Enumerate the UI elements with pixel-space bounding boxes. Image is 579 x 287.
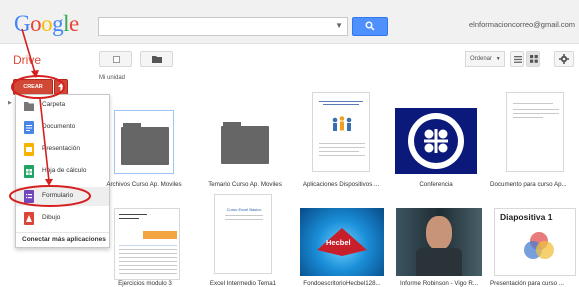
list-view-icon: [514, 56, 522, 63]
file-name: Conferencia: [419, 181, 453, 188]
file-name: FondoescritorioHecbel128...: [303, 280, 381, 287]
document-thumbnail: [312, 92, 370, 172]
spreadsheet-icon: [24, 165, 34, 178]
file-name: Ejercicios modulo 3: [118, 280, 172, 287]
checkbox-icon: [113, 56, 120, 63]
create-button[interactable]: CREAR: [13, 79, 53, 95]
grid-view-icon: [530, 55, 538, 63]
menu-item-presentation[interactable]: Presentación: [16, 140, 109, 159]
search-options-icon[interactable]: ▼: [335, 21, 343, 30]
presentation-icon: [24, 143, 34, 156]
search-icon: [365, 21, 375, 31]
file-tile[interactable]: Curso Excel Básico Excel Intermedio Tema…: [202, 194, 284, 287]
file-name: Excel Intermedio Tema1: [209, 280, 277, 287]
drawing-icon: [24, 212, 34, 225]
grid-view-button[interactable]: [526, 51, 540, 67]
file-name: Archivos Curso Ap. Moviles: [106, 181, 182, 188]
people-illustration-icon: [332, 116, 352, 131]
user-email[interactable]: elnformacioncorreo@gmail.com: [469, 20, 575, 29]
spreadsheet-thumbnail: [114, 208, 180, 280]
upload-button[interactable]: [54, 79, 68, 95]
video-thumbnail: [396, 208, 482, 276]
folder-icon: [24, 102, 34, 111]
search-input[interactable]: ▼: [98, 17, 348, 36]
folder-icon: [152, 56, 162, 63]
slide-title: Diapositiva 1: [500, 212, 553, 222]
document-icon: [24, 121, 34, 134]
thumb-caption: Hecbel: [326, 238, 351, 247]
menu-item-spreadsheet[interactable]: Hoja de cálculo: [16, 162, 109, 181]
file-name: Informe Robinson - Vigo R...: [400, 280, 478, 287]
file-tile[interactable]: Documento para curso Ap...: [490, 92, 576, 192]
settings-button[interactable]: [554, 51, 574, 67]
file-name: Presentación para curso ...: [490, 280, 564, 287]
form-icon: [24, 190, 34, 203]
upload-icon: [58, 83, 65, 91]
search-button[interactable]: [352, 17, 388, 36]
document-thumbnail: Curso Excel Básico: [214, 194, 272, 274]
file-tile[interactable]: Aplicaciones Dispositivos ...: [300, 92, 382, 192]
file-tile[interactable]: Informe Robinson - Vigo R...: [394, 208, 484, 287]
top-bar: Google ▼ elnformacioncorreo@gmail.com: [0, 0, 579, 44]
file-tile[interactable]: Temario Curso Ap. Moviles: [207, 110, 283, 192]
folder-thumbnail: [114, 110, 174, 174]
venn-diagram-icon: [524, 232, 554, 259]
image-thumbnail: Hecbel: [300, 208, 384, 276]
file-tile[interactable]: Conferencia: [395, 108, 477, 192]
file-name: Temario Curso Ap. Moviles: [208, 181, 282, 188]
file-name: Aplicaciones Dispositivos ...: [302, 181, 380, 188]
file-tile[interactable]: Archivos Curso Ap. Moviles: [106, 110, 182, 192]
file-tile[interactable]: Ejercicios modulo 3: [104, 208, 186, 287]
menu-divider: [16, 232, 109, 233]
gear-icon: [559, 54, 569, 64]
presentation-thumbnail: Diapositiva 1: [494, 208, 576, 276]
document-thumbnail: [506, 92, 564, 172]
google-logo[interactable]: Google: [14, 11, 79, 37]
drive-title[interactable]: Drive: [13, 53, 41, 67]
connect-more-apps-link[interactable]: Conectar más aplicaciones: [22, 236, 106, 243]
breadcrumb[interactable]: Mi unidad: [99, 75, 125, 81]
file-tile[interactable]: Diapositiva 1 Presentación para curso ..…: [490, 208, 579, 287]
new-folder-button[interactable]: [140, 51, 173, 67]
image-thumbnail: [395, 108, 477, 174]
select-all-button[interactable]: [99, 51, 132, 67]
chevron-down-icon: ▼: [495, 56, 501, 62]
list-view-button[interactable]: [510, 51, 524, 67]
person-face: [426, 216, 452, 250]
sort-button[interactable]: Ordenar ▼: [465, 51, 505, 67]
menu-item-form[interactable]: Formulario: [16, 187, 109, 206]
university-seal-icon: [408, 113, 464, 169]
doc-thumb-title: Curso Excel Básico: [226, 207, 262, 212]
menu-item-document[interactable]: Documento: [16, 118, 109, 137]
menu-item-folder[interactable]: Carpeta: [16, 96, 109, 115]
file-name: Documento para curso Ap...: [490, 181, 567, 188]
create-menu: Carpeta Documento Presentación Hoja de c…: [15, 94, 110, 248]
sort-label: Ordenar: [470, 56, 493, 62]
folder-thumbnail: [215, 110, 275, 174]
menu-item-drawing[interactable]: Dibujo: [16, 209, 109, 228]
file-tile[interactable]: Hecbel FondoescritorioHecbel128...: [296, 208, 388, 287]
expand-tree-icon[interactable]: ▶: [8, 100, 12, 106]
